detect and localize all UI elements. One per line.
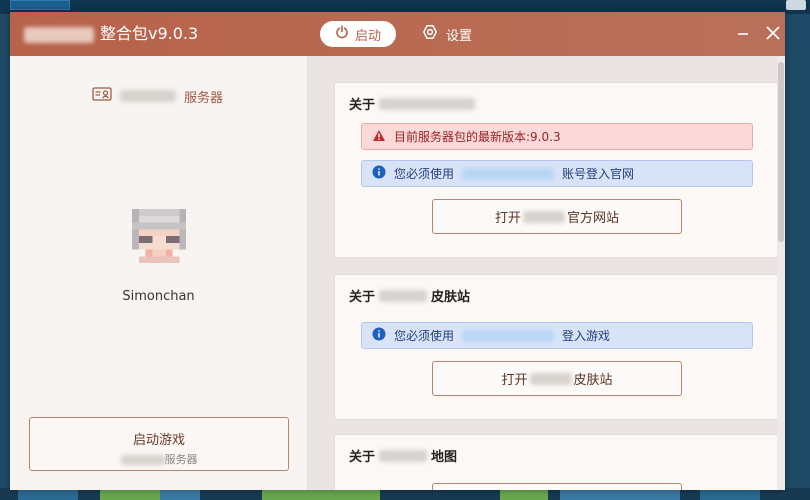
warning-icon <box>372 129 386 145</box>
minimize-icon <box>738 33 748 35</box>
server-label: 服务器 <box>184 90 224 106</box>
card-title: 关于 <box>349 94 476 113</box>
about-map-card: 关于 地图 <box>334 434 777 490</box>
open-skin-site-button[interactable]: 打开 皮肤站 <box>432 361 682 396</box>
desktop-window-chip <box>786 0 806 10</box>
info-icon <box>372 327 386 344</box>
desktop-taskbar-chip <box>10 0 70 10</box>
about-skin-site-card: 关于 皮肤站 您必须使用 登入游戏 打开 皮肤站 <box>334 274 777 420</box>
minimize-button[interactable] <box>734 24 752 42</box>
profile-sidebar: 服务器 Simonchan 启动游戏 服务器 <box>10 56 308 490</box>
window-title-text: 整合包v9.0.3 <box>100 24 199 43</box>
launcher-window: 整合包v9.0.3 启动 设置 服务器 Simonchan 启动游戏 服务器 关… <box>10 12 785 490</box>
card-title: 关于 地图 <box>349 449 458 465</box>
redacted-text <box>120 455 165 465</box>
launch-tab-label: 启动 <box>354 28 381 44</box>
redacted-text <box>379 289 428 302</box>
redacted-text <box>462 329 555 342</box>
window-title: 整合包v9.0.3 <box>24 12 198 56</box>
settings-tab-label: 设置 <box>446 28 473 44</box>
skin-login-info-alert: 您必须使用 登入游戏 <box>361 322 753 349</box>
redacted-text <box>120 90 176 102</box>
redacted-text <box>529 372 572 385</box>
close-icon <box>766 26 780 40</box>
redacted-text <box>379 97 476 110</box>
close-button[interactable] <box>762 22 784 44</box>
power-icon <box>335 25 349 43</box>
redacted-text <box>24 26 94 43</box>
redacted-text <box>379 449 428 462</box>
version-alert: 目前服务器包的最新版本:9.0.3 <box>361 123 753 150</box>
launch-game-button[interactable]: 启动游戏 服务器 <box>29 417 289 471</box>
settings-tab-button[interactable]: 设置 <box>422 21 472 47</box>
scrollbar[interactable] <box>777 56 785 490</box>
id-card-icon <box>92 86 112 106</box>
gear-icon <box>422 24 438 44</box>
redacted-text <box>462 167 555 180</box>
open-official-site-button[interactable]: 打开 官方网站 <box>432 199 682 234</box>
server-header: 服务器 <box>92 86 223 106</box>
scrollbar-thumb[interactable] <box>778 62 784 242</box>
launch-tab-button[interactable]: 启动 <box>320 21 396 47</box>
open-map-button[interactable] <box>432 483 682 490</box>
login-info-alert: 您必须使用 账号登入官网 <box>361 160 753 187</box>
avatar <box>130 209 188 263</box>
redacted-text <box>523 210 565 223</box>
info-icon <box>372 165 386 182</box>
launch-game-server: 服务器 <box>30 451 288 467</box>
username-label: Simonchan <box>122 289 195 304</box>
about-server-card: 关于 目前服务器包的最新版本:9.0.3 您必须使用 账号登入官网 打开 官方网站 <box>334 82 777 258</box>
title-bar: 整合包v9.0.3 启动 设置 <box>10 12 785 56</box>
info-panel: 关于 目前服务器包的最新版本:9.0.3 您必须使用 账号登入官网 打开 官方网站 <box>308 56 777 490</box>
launch-game-label: 启动游戏 <box>132 433 185 448</box>
card-title: 关于 皮肤站 <box>349 289 471 305</box>
